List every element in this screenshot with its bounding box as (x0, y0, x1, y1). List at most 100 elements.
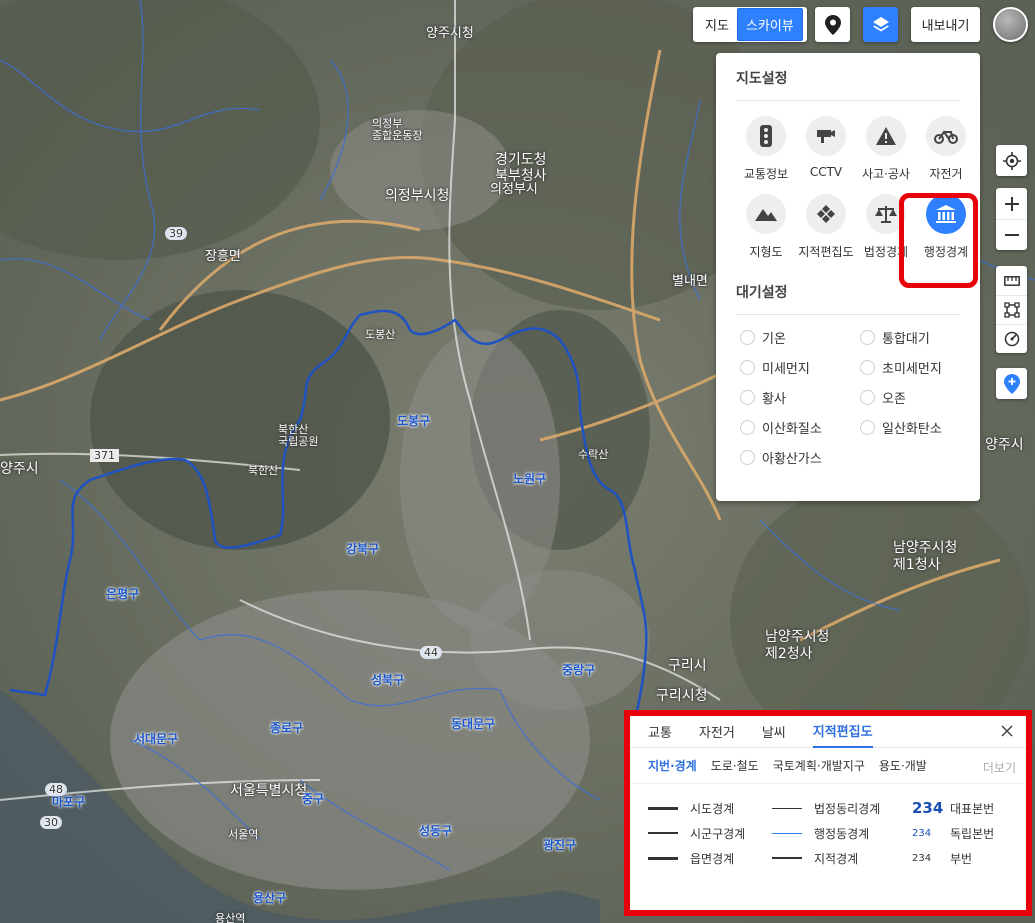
setting-cadastral[interactable]: 지적편집도 (796, 194, 856, 260)
air-option-ozone[interactable]: 오존 (856, 388, 976, 407)
distance-tool-button[interactable] (996, 266, 1027, 295)
air-option-yellow-dust[interactable]: 황사 (736, 388, 856, 407)
radio-button[interactable] (860, 390, 875, 405)
location-pin-icon (824, 14, 841, 35)
area-icon (1003, 302, 1020, 318)
map-label-yangju-west: 양주시 (0, 461, 39, 477)
legend-label: 법정동리경계 (814, 801, 881, 816)
setting-bicycle[interactable]: 자전거 (916, 116, 976, 182)
bicycle-icon (934, 130, 958, 144)
setting-admin-boundary[interactable]: 행정경계 (916, 194, 976, 260)
map-label-yangju-east: 양주시 (985, 437, 1024, 453)
setting-label: 행정경계 (923, 245, 969, 259)
mountain-icon (755, 209, 777, 221)
zoom-out-button[interactable] (996, 219, 1027, 250)
legend-item-legal-dong: 법정동리경계 (772, 798, 880, 818)
roadview-button[interactable] (815, 7, 850, 42)
legend-item-independent-number: 234 독립본번 (912, 823, 994, 843)
map-label-nowon-gu: 노원구 (513, 472, 547, 486)
air-option-label: 아황산가스 (762, 452, 822, 467)
traffic-light-icon (760, 125, 772, 147)
air-option-pm10[interactable]: 미세먼지 (736, 358, 856, 377)
cadastral-icon (817, 205, 835, 223)
radio-button[interactable] (740, 420, 755, 435)
air-option-no2[interactable]: 이산화질소 (736, 418, 856, 437)
scales-icon (875, 206, 897, 223)
area-tool-button[interactable] (996, 295, 1027, 324)
map-label-jangheung: 장흥면 (205, 249, 241, 264)
map-label-dongdaemun-gu: 동대문구 (451, 717, 496, 731)
air-option-pm25[interactable]: 초미세먼지 (856, 358, 976, 377)
map-settings-icons: 교통정보 CCTV 사고·공사 자전거 지형도 지적편집도 법정경계 행정경계 (736, 116, 968, 260)
setting-label: 교통정보 (743, 167, 789, 181)
layers-button[interactable] (863, 7, 898, 42)
marker-add-icon (1003, 373, 1020, 394)
legend-label: 대표본번 (950, 801, 995, 816)
export-button[interactable]: 내보내기 (911, 7, 980, 42)
radio-button[interactable] (740, 390, 755, 405)
add-marker-control (996, 368, 1027, 399)
legend-item-city: 시군구경계 (648, 823, 745, 843)
radius-tool-button[interactable] (996, 324, 1027, 353)
legend-tab-bicycle[interactable]: 자전거 (699, 716, 735, 748)
air-option-label: 통합대기 (882, 332, 930, 347)
legend-label: 지적경계 (814, 851, 859, 866)
legend-tab-weather[interactable]: 날씨 (762, 716, 786, 748)
map-label-byeollae: 별내면 (672, 274, 708, 289)
road-shield-371: 371 (90, 449, 119, 462)
radio-button[interactable] (740, 450, 755, 465)
air-option-so2[interactable]: 아황산가스 (736, 448, 856, 467)
radio-button[interactable] (860, 360, 875, 375)
subtab-use-development[interactable]: 용도·개발 (879, 757, 927, 774)
legend-item-admin-dong: 행정동경계 (772, 823, 869, 843)
map-label-seoul-station: 서울역 (228, 828, 259, 841)
map-label-guri-hall: 구리시청 (656, 688, 708, 704)
map-button[interactable]: 지도 (697, 9, 737, 40)
skyview-button[interactable]: 스카이뷰 (736, 8, 803, 41)
legend-panel: 교통 자전거 날씨 지적편집도 지번·경계 도로·철도 국토계획·개발지구 용도… (630, 716, 1026, 912)
radio-button[interactable] (740, 360, 755, 375)
air-settings-title: 대기설정 (736, 282, 960, 315)
air-option-integrated[interactable]: 통합대기 (856, 328, 976, 347)
setting-label: 사고·공사 (862, 167, 910, 181)
minus-icon (1004, 234, 1019, 236)
air-option-label: 기온 (762, 332, 786, 347)
map-label-yongsan-gu: 용산구 (253, 891, 287, 905)
line-swatch-medium (648, 832, 678, 834)
add-marker-button[interactable] (996, 368, 1027, 399)
radio-button[interactable] (860, 420, 875, 435)
setting-accident[interactable]: 사고·공사 (856, 116, 916, 182)
setting-traffic[interactable]: 교통정보 (736, 116, 796, 182)
legend-label: 시군구경계 (690, 826, 746, 841)
setting-terrain[interactable]: 지형도 (736, 194, 796, 260)
air-option-co[interactable]: 일산화탄소 (856, 418, 976, 437)
map-label-gangbuk-gu: 강북구 (346, 542, 380, 556)
map-label-namyangju-2: 남양주시청 제2청사 (765, 629, 830, 662)
radio-button[interactable] (860, 330, 875, 345)
legend-tab-traffic[interactable]: 교통 (648, 716, 672, 748)
air-option-temperature[interactable]: 기온 (736, 328, 856, 347)
line-swatch-thin (772, 807, 802, 809)
radio-button[interactable] (740, 330, 755, 345)
subtab-national-plan[interactable]: 국토계획·개발지구 (773, 757, 865, 774)
legend-tab-cadastral[interactable]: 지적편집도 (812, 716, 873, 748)
cctv-icon (817, 130, 835, 143)
map-label-suraksan: 수락산 (578, 448, 609, 461)
map-type-toggle: 지도 스카이뷰 (693, 7, 807, 42)
legend-label: 행정동경계 (814, 826, 870, 841)
legend-label: 읍면경계 (690, 851, 735, 866)
subtab-lot-boundary[interactable]: 지번·경계 (648, 757, 697, 774)
line-swatch-thick (648, 806, 678, 810)
zoom-in-button[interactable] (996, 188, 1027, 219)
subtab-road-rail[interactable]: 도로·철도 (711, 757, 759, 774)
more-link[interactable]: 더보기 (983, 759, 1016, 776)
setting-cctv[interactable]: CCTV (796, 116, 856, 182)
legend-label: 시도경계 (690, 801, 735, 816)
current-location-button[interactable] (996, 145, 1027, 176)
map-label-bukhansan: 북한산 (248, 464, 279, 477)
map-label-yongsan-station: 용산역 (215, 912, 246, 923)
legend-item-sub-number: 234 부번 (912, 848, 972, 868)
setting-legal-boundary[interactable]: 법정경계 (856, 194, 916, 260)
legend-close-button[interactable] (998, 722, 1016, 740)
user-avatar[interactable] (993, 7, 1028, 42)
